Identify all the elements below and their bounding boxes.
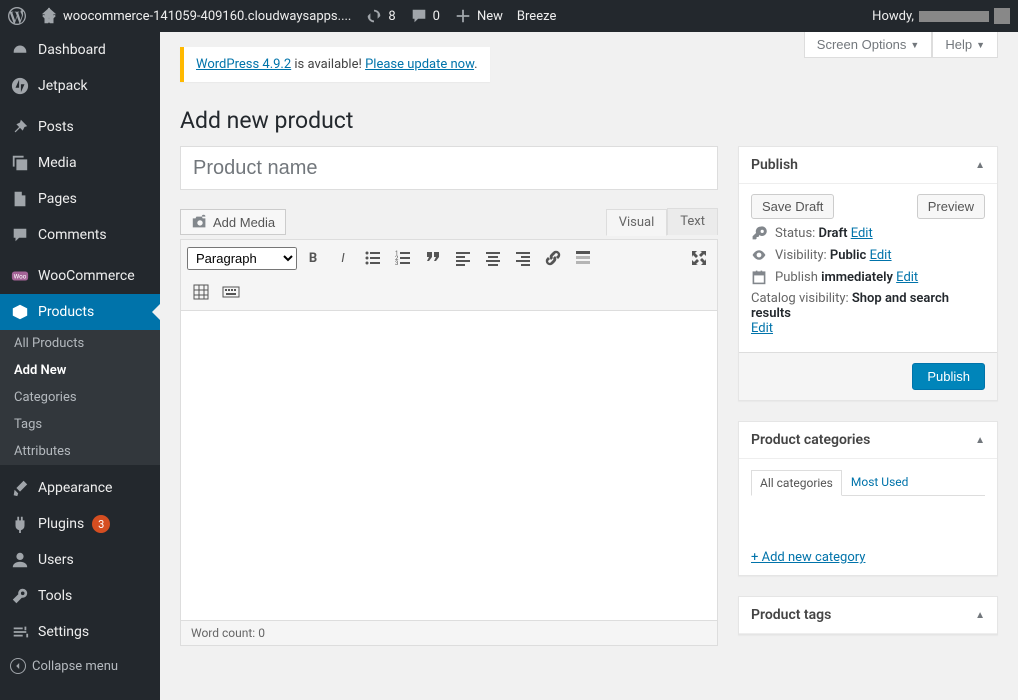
comments-icon (10, 225, 30, 245)
jetpack-icon (10, 76, 30, 96)
woocommerce-icon: Woo (10, 266, 30, 286)
menu-users[interactable]: Users (0, 542, 160, 578)
editor-tab-text[interactable]: Text (667, 208, 718, 235)
menu-products[interactable]: Products (0, 294, 160, 330)
product-categories-box: Product categories▲ All categories Most … (738, 421, 998, 576)
menu-tools[interactable]: Tools (0, 578, 160, 614)
comments[interactable]: 0 (410, 7, 440, 25)
cat-tab-most-used[interactable]: Most Used (842, 469, 918, 495)
avatar-icon (994, 8, 1010, 24)
username-redacted (919, 11, 989, 22)
brush-icon (10, 478, 30, 498)
calendar-icon (751, 269, 767, 285)
editor-toolbar: Paragraph B I 123 (180, 239, 718, 311)
align-center-button[interactable] (479, 244, 507, 272)
table-button[interactable] (187, 278, 215, 306)
publish-button[interactable]: Publish (912, 363, 985, 390)
page-icon (10, 189, 30, 209)
help-button[interactable]: Help ▼ (932, 32, 998, 58)
menu-pages[interactable]: Pages (0, 181, 160, 217)
menu-comments[interactable]: Comments (0, 217, 160, 253)
new-content[interactable]: New (454, 7, 503, 25)
users-icon (10, 550, 30, 570)
publish-box-header[interactable]: Publish▲ (739, 147, 997, 184)
chevron-up-icon: ▲ (975, 610, 985, 621)
settings-icon (10, 622, 30, 642)
menu-dashboard[interactable]: Dashboard (0, 32, 160, 68)
products-icon (10, 302, 30, 322)
submenu-tags[interactable]: Tags (0, 411, 160, 438)
keyboard-button[interactable] (217, 278, 245, 306)
publish-box: Publish▲ Save Draft Preview Status: Draf… (738, 146, 998, 401)
menu-jetpack[interactable]: Jetpack (0, 68, 160, 104)
product-tags-header[interactable]: Product tags▲ (739, 597, 997, 634)
tools-icon (10, 586, 30, 606)
screen-options-button[interactable]: Screen Options ▼ (804, 32, 933, 58)
italic-button[interactable]: I (329, 244, 357, 272)
update-now-link[interactable]: Please update now (365, 57, 474, 72)
plugin-update-badge: 3 (92, 515, 110, 533)
site-name[interactable]: woocommerce-141059-409160.cloudwaysapps.… (40, 7, 351, 25)
breeze-menu[interactable]: Breeze (517, 9, 556, 24)
my-account[interactable]: Howdy, (872, 8, 1010, 24)
editor-status: Word count: 0 (180, 621, 718, 646)
fullscreen-button[interactable] (685, 244, 713, 272)
key-icon (751, 225, 767, 241)
preview-button[interactable]: Preview (917, 194, 985, 219)
bullet-list-button[interactable] (359, 244, 387, 272)
svg-text:3: 3 (395, 260, 398, 267)
update-notice: WordPress 4.9.2 is available! Please upd… (180, 47, 490, 82)
editor-tab-visual[interactable]: Visual (606, 209, 668, 236)
pin-icon (10, 117, 30, 137)
wp-version-link[interactable]: WordPress 4.9.2 (196, 57, 291, 72)
align-left-button[interactable] (449, 244, 477, 272)
add-media-button[interactable]: Add Media (180, 209, 286, 235)
edit-visibility-link[interactable]: Edit (870, 248, 892, 263)
products-submenu: All Products Add New Categories Tags Att… (0, 330, 160, 465)
product-tags-box: Product tags▲ (738, 596, 998, 635)
link-button[interactable] (539, 244, 567, 272)
wp-logo-icon[interactable] (8, 7, 26, 25)
edit-catalog-link[interactable]: Edit (751, 321, 773, 336)
menu-posts[interactable]: Posts (0, 109, 160, 145)
updates[interactable]: 8 (365, 7, 395, 25)
page-title: Add new product (180, 107, 998, 134)
numbered-list-button[interactable]: 123 (389, 244, 417, 272)
media-icon (10, 153, 30, 173)
edit-schedule-link[interactable]: Edit (896, 270, 918, 285)
visibility-icon (751, 247, 767, 263)
submenu-categories[interactable]: Categories (0, 384, 160, 411)
product-categories-header[interactable]: Product categories▲ (739, 422, 997, 459)
save-draft-button[interactable]: Save Draft (751, 194, 834, 219)
menu-media[interactable]: Media (0, 145, 160, 181)
edit-status-link[interactable]: Edit (851, 226, 873, 241)
bold-button[interactable]: B (299, 244, 327, 272)
svg-text:Woo: Woo (14, 273, 27, 281)
blockquote-button[interactable] (419, 244, 447, 272)
menu-woocommerce[interactable]: WooWooCommerce (0, 258, 160, 294)
cat-tab-all[interactable]: All categories (751, 470, 842, 496)
menu-settings[interactable]: Settings (0, 614, 160, 650)
chevron-down-icon: ▼ (910, 40, 919, 50)
format-select[interactable]: Paragraph (187, 247, 297, 270)
category-list[interactable] (751, 500, 985, 550)
more-toolbar-button[interactable] (569, 244, 597, 272)
product-title-input[interactable] (180, 146, 718, 190)
menu-plugins[interactable]: Plugins 3 (0, 506, 160, 542)
submenu-all-products[interactable]: All Products (0, 330, 160, 357)
submenu-attributes[interactable]: Attributes (0, 438, 160, 465)
dashboard-icon (10, 40, 30, 60)
camera-icon (191, 213, 209, 231)
menu-appearance[interactable]: Appearance (0, 470, 160, 506)
collapse-menu[interactable]: Collapse menu (0, 650, 160, 682)
editor-content[interactable] (180, 311, 718, 621)
chevron-up-icon: ▲ (975, 160, 985, 171)
plugin-icon (10, 514, 30, 534)
add-category-link[interactable]: + Add new category (751, 550, 865, 565)
submenu-add-new[interactable]: Add New (0, 357, 160, 384)
chevron-down-icon: ▼ (976, 40, 985, 50)
align-right-button[interactable] (509, 244, 537, 272)
chevron-up-icon: ▲ (975, 435, 985, 446)
